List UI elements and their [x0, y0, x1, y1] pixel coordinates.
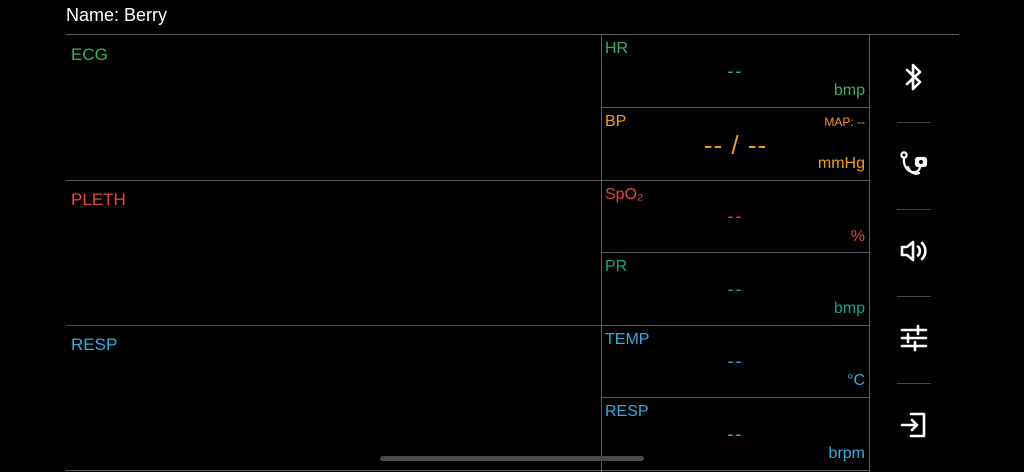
spo2-unit: % — [850, 228, 865, 245]
sidebar-separator — [897, 383, 931, 384]
pr-value: -- — [727, 279, 744, 299]
map-value: MAP: -- — [824, 115, 865, 129]
resp-unit: brpm — [828, 445, 865, 462]
nibp-button[interactable] — [892, 144, 936, 188]
bluetooth-icon — [901, 62, 927, 97]
bottom-divider — [66, 470, 870, 471]
exit-button[interactable] — [892, 405, 936, 449]
volume-icon — [899, 237, 929, 270]
temp-panel[interactable]: TEMP -- °C — [601, 326, 870, 397]
hr-panel[interactable]: HR -- bmp — [601, 35, 870, 107]
spo2-panel[interactable]: SpO₂ -- % — [601, 181, 870, 252]
bp-panel[interactable]: BP MAP: -- -- / -- mmHg — [601, 108, 870, 180]
pleth-resp-divider — [66, 325, 601, 326]
hr-label: HR — [605, 40, 629, 57]
patient-name: Name: Berry — [66, 5, 168, 25]
temp-unit: °C — [847, 372, 865, 389]
sidebar-separator — [897, 296, 931, 297]
spo2-label: SpO₂ — [605, 186, 644, 203]
volume-button[interactable] — [892, 231, 936, 275]
temp-label: TEMP — [605, 331, 650, 348]
pr-unit: bmp — [833, 300, 865, 317]
resp-param-label: RESP — [605, 403, 649, 420]
bp-label: BP — [605, 113, 627, 130]
pr-panel[interactable]: PR -- bmp — [601, 253, 870, 325]
spo2-value: -- — [727, 206, 744, 226]
bluetooth-button[interactable] — [892, 57, 936, 101]
pleth-label: PLETH — [71, 190, 126, 209]
pr-label: PR — [605, 258, 628, 275]
settings-button[interactable] — [892, 318, 936, 362]
home-indicator[interactable] — [380, 456, 644, 461]
exit-icon — [899, 410, 929, 445]
sidebar-separator — [897, 209, 931, 210]
resp-label: RESP — [71, 335, 118, 354]
sidebar-separator — [897, 122, 931, 123]
hr-unit: bmp — [833, 82, 865, 99]
bp-unit: mmHg — [817, 155, 865, 172]
temp-value: -- — [727, 351, 744, 371]
stethoscope-icon — [899, 149, 929, 184]
sliders-icon — [899, 324, 929, 357]
hr-value: -- — [727, 61, 744, 81]
resp-value: -- — [727, 424, 744, 444]
ecg-label: ECG — [71, 45, 108, 64]
